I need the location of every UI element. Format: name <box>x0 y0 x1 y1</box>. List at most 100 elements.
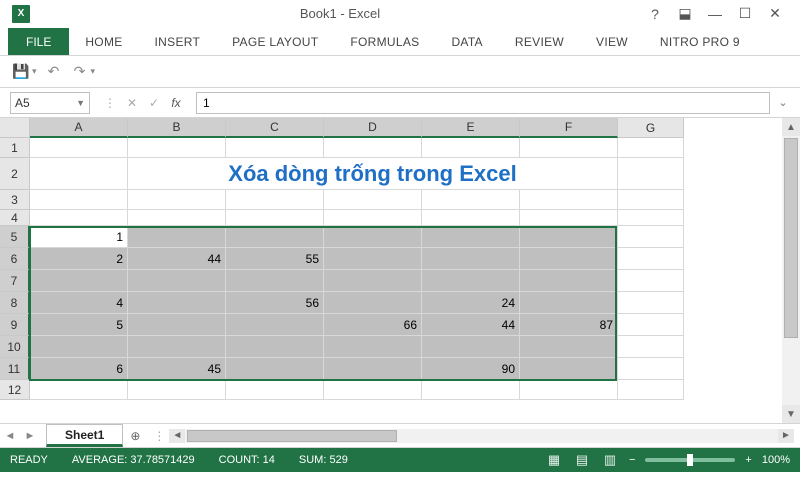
cell-F6[interactable] <box>520 248 618 270</box>
cell-E9[interactable]: 44 <box>422 314 520 336</box>
cell-A9[interactable]: 5 <box>30 314 128 336</box>
cell-C7[interactable] <box>226 270 324 292</box>
cell-F5[interactable] <box>520 226 618 248</box>
cell-C12[interactable] <box>226 380 324 400</box>
cell-E7[interactable] <box>422 270 520 292</box>
col-header-C[interactable]: C <box>226 118 324 138</box>
select-all-corner[interactable] <box>0 118 30 138</box>
cell-B7[interactable] <box>128 270 226 292</box>
zoom-slider-thumb[interactable] <box>687 454 693 466</box>
sheet-nav-prev-icon[interactable]: ◄ <box>0 424 20 447</box>
cell-B6[interactable]: 44 <box>128 248 226 270</box>
formula-expand-icon[interactable]: ⌄ <box>774 96 792 109</box>
cell-B11[interactable]: 45 <box>128 358 226 380</box>
cell-E4[interactable] <box>422 210 520 226</box>
col-header-A[interactable]: A <box>30 118 128 138</box>
vertical-scrollbar[interactable]: ▲ ▼ <box>782 118 800 423</box>
tab-review[interactable]: REVIEW <box>499 28 580 55</box>
hscroll-thumb[interactable] <box>187 430 397 442</box>
cell-A1[interactable] <box>30 138 128 158</box>
col-header-D[interactable]: D <box>324 118 422 138</box>
cell-E8[interactable]: 24 <box>422 292 520 314</box>
cell-A3[interactable] <box>30 190 128 210</box>
cell-A6[interactable]: 2 <box>30 248 128 270</box>
horizontal-scrollbar[interactable]: ◄ ► <box>169 429 794 443</box>
insert-function-icon[interactable]: fx <box>168 96 184 110</box>
help-icon[interactable]: ? <box>642 6 668 22</box>
cell-G7[interactable] <box>618 270 684 292</box>
scroll-right-icon[interactable]: ► <box>778 429 794 443</box>
cell-A7[interactable] <box>30 270 128 292</box>
cell-E3[interactable] <box>422 190 520 210</box>
row-header-5[interactable]: 5 <box>0 226 30 248</box>
cell-D6[interactable] <box>324 248 422 270</box>
cell-G8[interactable] <box>618 292 684 314</box>
cell-C5[interactable] <box>226 226 324 248</box>
cell-F7[interactable] <box>520 270 618 292</box>
row-header-8[interactable]: 8 <box>0 292 30 314</box>
cell-E6[interactable] <box>422 248 520 270</box>
cell-G9[interactable] <box>618 314 684 336</box>
cell-E5[interactable] <box>422 226 520 248</box>
scroll-up-icon[interactable]: ▲ <box>782 118 800 136</box>
cell-D12[interactable] <box>324 380 422 400</box>
qat-more-icon[interactable]: ▾ <box>91 66 96 77</box>
name-box[interactable]: A5 ▼ <box>10 92 90 114</box>
row-header-12[interactable]: 12 <box>0 380 30 400</box>
tab-home[interactable]: HOME <box>69 28 138 55</box>
cell-A2[interactable] <box>30 158 128 190</box>
cell-G10[interactable] <box>618 336 684 358</box>
cell-C1[interactable] <box>226 138 324 158</box>
cell-C4[interactable] <box>226 210 324 226</box>
zoom-out-icon[interactable]: − <box>629 454 635 466</box>
cell-F3[interactable] <box>520 190 618 210</box>
tab-nitro[interactable]: NITRO PRO 9 <box>644 28 756 55</box>
cell-G11[interactable] <box>618 358 684 380</box>
cell-D11[interactable] <box>324 358 422 380</box>
split-handle-icon[interactable]: ⋮ <box>153 429 165 443</box>
row-header-9[interactable]: 9 <box>0 314 30 336</box>
cell-D8[interactable] <box>324 292 422 314</box>
view-normal-icon[interactable]: ▦ <box>545 452 563 468</box>
undo-icon[interactable]: ↶ <box>45 63 63 80</box>
cell-B4[interactable] <box>128 210 226 226</box>
view-page-break-icon[interactable]: ▥ <box>601 452 619 468</box>
cell-A12[interactable] <box>30 380 128 400</box>
row-header-1[interactable]: 1 <box>0 138 30 158</box>
spreadsheet-grid[interactable]: A B C D E F G 1 2Xóa dòng trống trong Ex… <box>0 118 782 423</box>
cell-F4[interactable] <box>520 210 618 226</box>
cell-A5[interactable]: 1 <box>30 226 128 248</box>
cell-F1[interactable] <box>520 138 618 158</box>
cell-G2[interactable] <box>618 158 684 190</box>
col-header-B[interactable]: B <box>128 118 226 138</box>
tab-view[interactable]: VIEW <box>580 28 644 55</box>
zoom-slider[interactable] <box>645 458 735 462</box>
cell-B10[interactable] <box>128 336 226 358</box>
cell-A4[interactable] <box>30 210 128 226</box>
cell-B5[interactable] <box>128 226 226 248</box>
col-header-F[interactable]: F <box>520 118 618 138</box>
redo-icon[interactable]: ↷ <box>71 63 89 80</box>
cell-title-merged[interactable]: Xóa dòng trống trong Excel <box>128 158 618 190</box>
row-header-6[interactable]: 6 <box>0 248 30 270</box>
name-box-dropdown-icon[interactable]: ▼ <box>76 98 85 108</box>
close-icon[interactable]: ✕ <box>762 5 788 22</box>
cell-D7[interactable] <box>324 270 422 292</box>
tab-page-layout[interactable]: PAGE LAYOUT <box>216 28 334 55</box>
cell-F11[interactable] <box>520 358 618 380</box>
tab-insert[interactable]: INSERT <box>139 28 217 55</box>
cell-G12[interactable] <box>618 380 684 400</box>
cell-D10[interactable] <box>324 336 422 358</box>
sheet-nav-next-icon[interactable]: ► <box>20 424 40 447</box>
cell-D5[interactable] <box>324 226 422 248</box>
col-header-E[interactable]: E <box>422 118 520 138</box>
cell-D1[interactable] <box>324 138 422 158</box>
save-icon[interactable]: 💾 <box>12 63 30 80</box>
ribbon-toggle-icon[interactable]: ⬓ <box>672 5 698 22</box>
cell-C3[interactable] <box>226 190 324 210</box>
add-sheet-icon[interactable]: ⊕ <box>123 424 147 447</box>
cell-G1[interactable] <box>618 138 684 158</box>
cell-E10[interactable] <box>422 336 520 358</box>
formula-cancel-icon[interactable]: ✕ <box>124 96 140 110</box>
cell-D9[interactable]: 66 <box>324 314 422 336</box>
